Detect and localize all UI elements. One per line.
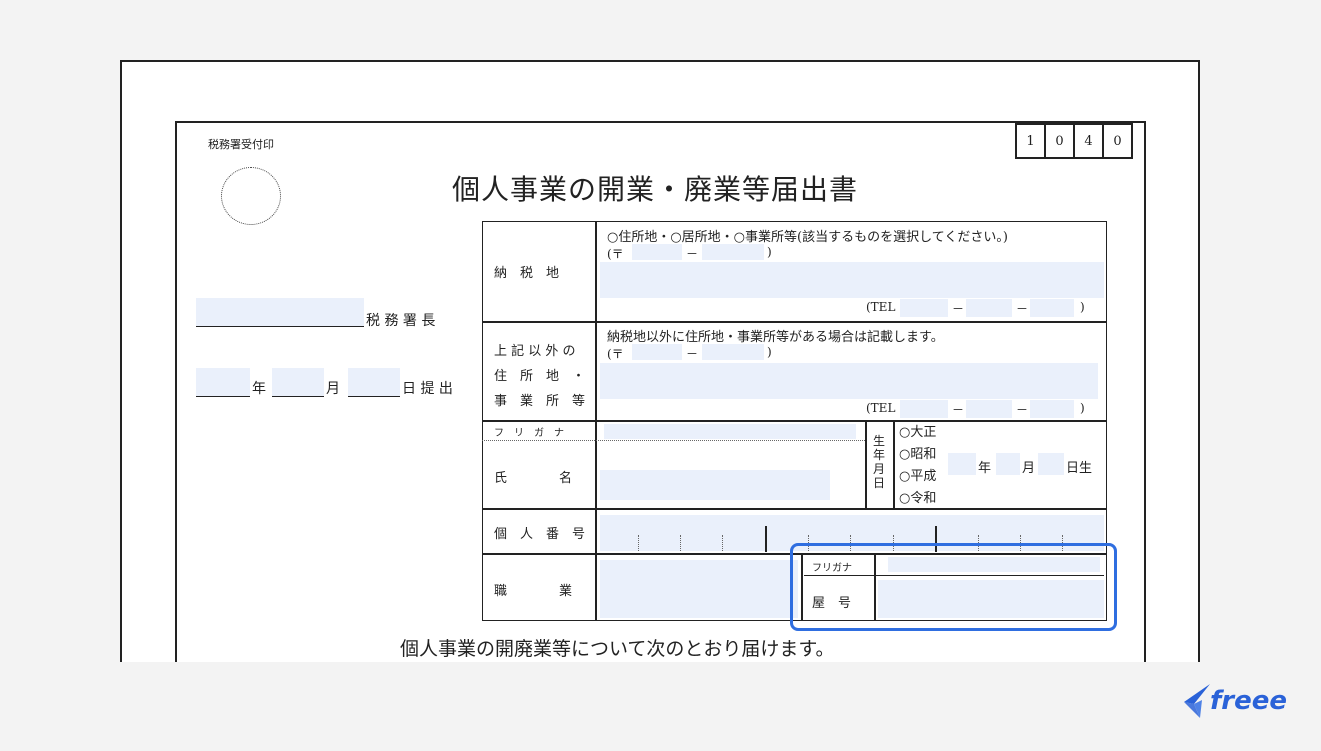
nozeichi-postal-close: ) <box>767 245 772 259</box>
freee-logo-text: freee <box>1210 686 1288 716</box>
my-number-label: 個 人 番 号 <box>494 527 586 542</box>
nozeichi-postal-2-input[interactable] <box>702 244 764 260</box>
nozeichi-tel-close: ) <box>1080 300 1085 314</box>
furigana-divider <box>482 440 865 441</box>
era-showa-radio[interactable]: ○昭和 <box>899 443 936 462</box>
birth-month-label: 月 <box>1022 461 1036 476</box>
nozeichi-tel-2-input[interactable] <box>966 299 1012 317</box>
my-number-tick <box>638 535 639 551</box>
submit-year-underline <box>196 396 250 397</box>
submit-month-label: 月 <box>326 381 340 397</box>
birth-divider-left <box>865 420 867 508</box>
my-number-tick <box>680 535 681 551</box>
occupation-label: 職 業 <box>494 584 573 599</box>
other-tel-close: ) <box>1080 401 1085 415</box>
birth-divider-right <box>893 420 895 508</box>
form-number-digit: 4 <box>1073 123 1104 159</box>
other-address-input[interactable] <box>600 363 1098 399</box>
row-divider <box>482 508 1107 510</box>
form-footer-text: 個人事業の開廃業等について次のとおり届けます。 <box>400 638 835 660</box>
birth-label: 生 年 月 日 <box>873 434 886 490</box>
my-number-tick <box>722 535 723 551</box>
form-number-digit: 1 <box>1015 123 1046 159</box>
name-furigana-input[interactable] <box>604 424 856 439</box>
submit-month-input[interactable] <box>272 368 324 396</box>
other-postal-dash: － <box>686 347 699 361</box>
occupation-input[interactable] <box>600 560 798 618</box>
submit-month-underline <box>272 396 324 397</box>
other-postal-open: (〒 <box>607 347 624 361</box>
nozeichi-tel-dash-2: － <box>1016 302 1029 316</box>
tax-office-underline <box>196 326 364 327</box>
other-address-label-2: 住 所 地 ・ <box>494 369 586 384</box>
stamp-label: 税務署受付印 <box>208 138 274 151</box>
nozeichi-postal-1-input[interactable] <box>632 244 682 260</box>
nozeichi-postal-open: (〒 <box>607 247 624 261</box>
nozeichi-address-input[interactable] <box>600 262 1104 298</box>
nozeichi-postal-dash: － <box>686 247 699 261</box>
name-furigana-label: フ リ ガ ナ <box>494 428 564 439</box>
tax-office-suffix: 税 務 署 長 <box>366 313 436 329</box>
form-number-digit: 0 <box>1102 123 1133 159</box>
stamp-circle <box>221 167 281 225</box>
other-tel-1-input[interactable] <box>900 400 948 418</box>
birth-month-input[interactable] <box>996 453 1020 475</box>
shop-name-highlight <box>790 543 1117 631</box>
submit-day-input[interactable] <box>348 368 400 396</box>
birth-day-label: 日生 <box>1066 461 1093 476</box>
other-tel-2-input[interactable] <box>966 400 1012 418</box>
nozeichi-options[interactable]: ○住所地・○居所地・○事業所等(該当するものを選択してください。) <box>607 226 1008 245</box>
other-postal-2-input[interactable] <box>702 344 764 360</box>
tax-office-input[interactable] <box>196 298 364 326</box>
my-number-group-divider <box>765 526 767 552</box>
submit-year-input[interactable] <box>196 368 250 396</box>
era-reiwa-radio[interactable]: ○令和 <box>899 487 936 506</box>
birth-year-label: 年 <box>978 461 992 476</box>
nozeichi-tel-dash-1: － <box>952 302 965 316</box>
other-tel-dash-2: － <box>1016 403 1029 417</box>
freee-bird-icon <box>1184 684 1210 718</box>
nozeichi-tel-1-input[interactable] <box>900 299 948 317</box>
era-taisho-radio[interactable]: ○大正 <box>899 421 936 440</box>
other-tel-open: (TEL <box>866 401 896 415</box>
nozeichi-label: 納 税 地 <box>494 266 560 281</box>
other-address-label-1: 上 記 以 外 の <box>494 344 576 359</box>
submit-year-label: 年 <box>252 381 266 397</box>
form-number-edge <box>1144 123 1146 159</box>
row-divider <box>482 420 1107 422</box>
form-number-digit: 0 <box>1044 123 1075 159</box>
other-postal-close: ) <box>767 345 772 359</box>
other-tel-dash-1: － <box>952 403 965 417</box>
birth-year-input[interactable] <box>948 453 976 475</box>
row-divider <box>482 321 1107 323</box>
other-address-label-3: 事 業 所 等 <box>494 394 586 409</box>
submit-day-label: 日 提 出 <box>402 381 453 397</box>
other-tel-3-input[interactable] <box>1030 400 1074 418</box>
form-title: 個人事業の開業・廃業等届出書 <box>452 173 859 206</box>
name-label: 氏 名 <box>494 471 573 486</box>
birth-day-input[interactable] <box>1038 453 1064 475</box>
other-postal-1-input[interactable] <box>632 344 682 360</box>
submit-day-underline <box>348 396 400 397</box>
other-address-note: 納税地以外に住所地・事業所等がある場合は記載します。 <box>607 330 944 345</box>
nozeichi-tel-open: (TEL <box>866 300 896 314</box>
name-input[interactable] <box>600 470 830 500</box>
era-heisei-radio[interactable]: ○平成 <box>899 465 936 484</box>
nozeichi-tel-3-input[interactable] <box>1030 299 1074 317</box>
